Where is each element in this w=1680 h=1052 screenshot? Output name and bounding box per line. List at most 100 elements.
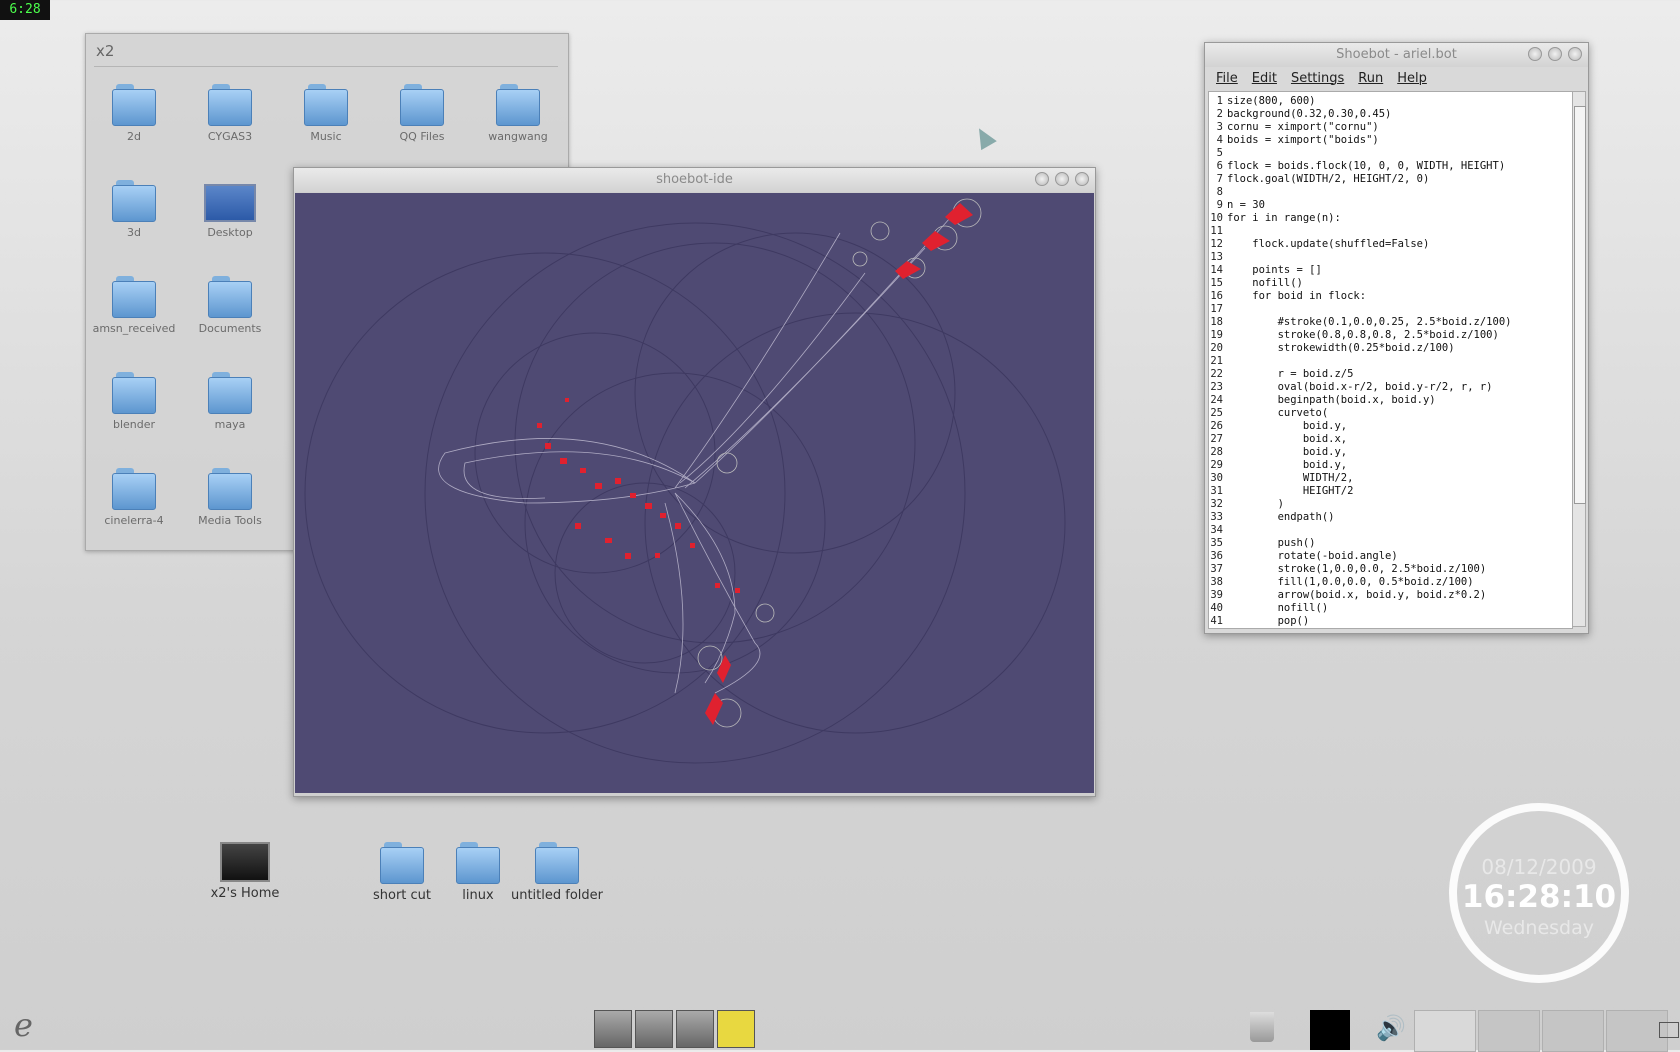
menu-help[interactable]: Help xyxy=(1390,71,1434,86)
volume-icon[interactable]: 🔊 xyxy=(1376,1014,1406,1042)
dock-app-icon[interactable] xyxy=(594,1010,632,1048)
line-number: 28 xyxy=(1210,446,1223,458)
line-number: 35 xyxy=(1210,537,1223,549)
line-number: 8 xyxy=(1216,186,1223,198)
clock-widget: 08/12/2009 16:28:10 Wednesday xyxy=(1449,803,1629,983)
dock-app-icon[interactable] xyxy=(635,1010,673,1048)
ide-title: shoebot-ide xyxy=(656,172,733,187)
scrollbar-thumb[interactable] xyxy=(1574,106,1586,504)
folder-item[interactable]: Documents xyxy=(182,276,278,335)
line-number: 4 xyxy=(1216,134,1223,146)
line-number: 22 xyxy=(1210,368,1223,380)
code-text[interactable]: size(800, 600) background(0.32,0.30,0.45… xyxy=(1227,95,1511,628)
line-number: 36 xyxy=(1210,550,1223,562)
folder-icon xyxy=(456,842,500,884)
code-editor[interactable]: 1 2 3 4 5 6 7 8 9 10 11 12 13 14 15 16 17 18 19 20 21 22 23 24 2… xyxy=(1208,91,1573,629)
folder-item[interactable]: maya xyxy=(182,372,278,431)
trash-icon[interactable] xyxy=(1250,1012,1274,1042)
system-monitor-icon[interactable] xyxy=(1310,1010,1350,1050)
folder-item[interactable]: amsn_received xyxy=(86,276,182,335)
maximize-button[interactable] xyxy=(1055,172,1069,186)
line-number: 29 xyxy=(1210,459,1223,471)
folder-item[interactable]: 3d xyxy=(86,180,182,239)
line-number: 7 xyxy=(1216,173,1223,185)
line-number: 10 xyxy=(1210,212,1223,224)
folder-icon xyxy=(380,842,424,884)
folder-item[interactable]: QQ Files xyxy=(374,84,470,143)
workspace-1[interactable] xyxy=(1414,1010,1476,1052)
line-number: 25 xyxy=(1210,407,1223,419)
folder-icon xyxy=(112,84,156,126)
dock-app-icon[interactable] xyxy=(717,1010,755,1048)
folder-item[interactable]: blender xyxy=(86,372,182,431)
line-number: 6 xyxy=(1216,160,1223,172)
top-clock: 6:28 xyxy=(0,0,50,20)
workspace-2[interactable] xyxy=(1478,1010,1540,1052)
menu-file[interactable]: File xyxy=(1209,71,1245,86)
minimize-button[interactable] xyxy=(1035,172,1049,186)
folder-item[interactable]: 2d xyxy=(86,84,182,143)
ide-titlebar[interactable]: shoebot-ide xyxy=(294,168,1095,192)
line-number: 24 xyxy=(1210,394,1223,406)
line-number: 21 xyxy=(1210,355,1223,367)
mouse-pointer-icon xyxy=(971,123,997,151)
folder-icon xyxy=(400,84,444,126)
editor-title: Shoebot - ariel.bot xyxy=(1336,47,1457,62)
close-button[interactable] xyxy=(1075,172,1089,186)
editor-menubar: File Edit Settings Run Help xyxy=(1205,67,1588,89)
folder-item[interactable]: Music xyxy=(278,84,374,143)
folder-item[interactable]: wangwang xyxy=(470,84,566,143)
dock-app-icon[interactable] xyxy=(676,1010,714,1048)
line-number: 26 xyxy=(1210,420,1223,432)
line-number: 39 xyxy=(1210,589,1223,601)
folder-icon xyxy=(112,468,156,510)
folder-icon xyxy=(112,276,156,318)
folder-item[interactable]: CYGAS3 xyxy=(182,84,278,143)
workspace-3[interactable] xyxy=(1542,1010,1604,1052)
line-number: 9 xyxy=(1216,199,1223,211)
launcher-icon[interactable]: ℯ xyxy=(14,1006,56,1044)
shoebot-ide-window[interactable]: shoebot-ide xyxy=(293,167,1096,797)
clock-date: 08/12/2009 xyxy=(1481,855,1597,879)
desktop-icon-untitled-folder[interactable]: untitled folder xyxy=(507,842,607,903)
minimize-button[interactable] xyxy=(1528,47,1542,61)
line-number: 11 xyxy=(1210,225,1223,237)
maximize-button[interactable] xyxy=(1548,47,1562,61)
line-number: 31 xyxy=(1210,485,1223,497)
folder-item[interactable]: Desktop xyxy=(182,180,278,239)
editor-scrollbar[interactable] xyxy=(1572,91,1586,627)
folder-icon xyxy=(208,276,252,318)
line-number: 37 xyxy=(1210,563,1223,575)
desktop-icon xyxy=(204,184,256,222)
line-number: 41 xyxy=(1210,615,1223,627)
menu-edit[interactable]: Edit xyxy=(1245,71,1284,86)
menu-run[interactable]: Run xyxy=(1351,71,1390,86)
line-number-gutter: 1 2 3 4 5 6 7 8 9 10 11 12 13 14 15 16 17 18 19 20 21 22 23 24 2… xyxy=(1209,95,1223,628)
editor-titlebar[interactable]: Shoebot - ariel.bot xyxy=(1205,43,1588,67)
line-number: 34 xyxy=(1210,524,1223,536)
dock xyxy=(594,1010,755,1048)
folder-icon xyxy=(208,84,252,126)
computer-icon xyxy=(220,842,270,882)
line-number: 16 xyxy=(1210,290,1223,302)
line-number: 19 xyxy=(1210,329,1223,341)
folder-icon xyxy=(112,372,156,414)
line-number: 13 xyxy=(1210,251,1223,263)
shoebot-editor-window[interactable]: Shoebot - ariel.bot File Edit Settings R… xyxy=(1204,42,1589,634)
workspace-pager xyxy=(1414,1010,1668,1052)
folder-item[interactable]: cinelerra-4 xyxy=(86,468,182,527)
desktop-icon-home[interactable]: x2's Home xyxy=(195,842,295,901)
line-number: 2 xyxy=(1216,108,1223,120)
line-number: 15 xyxy=(1210,277,1223,289)
line-number: 14 xyxy=(1210,264,1223,276)
mail-icon[interactable] xyxy=(1659,1022,1679,1038)
folder-item[interactable]: Media Tools xyxy=(182,468,278,527)
line-number: 40 xyxy=(1210,602,1223,614)
line-number: 3 xyxy=(1216,121,1223,133)
close-button[interactable] xyxy=(1568,47,1582,61)
clock-weekday: Wednesday xyxy=(1483,917,1594,939)
render-canvas xyxy=(295,193,1094,793)
line-number: 12 xyxy=(1210,238,1223,250)
folder-icon xyxy=(208,468,252,510)
menu-settings[interactable]: Settings xyxy=(1284,71,1351,86)
